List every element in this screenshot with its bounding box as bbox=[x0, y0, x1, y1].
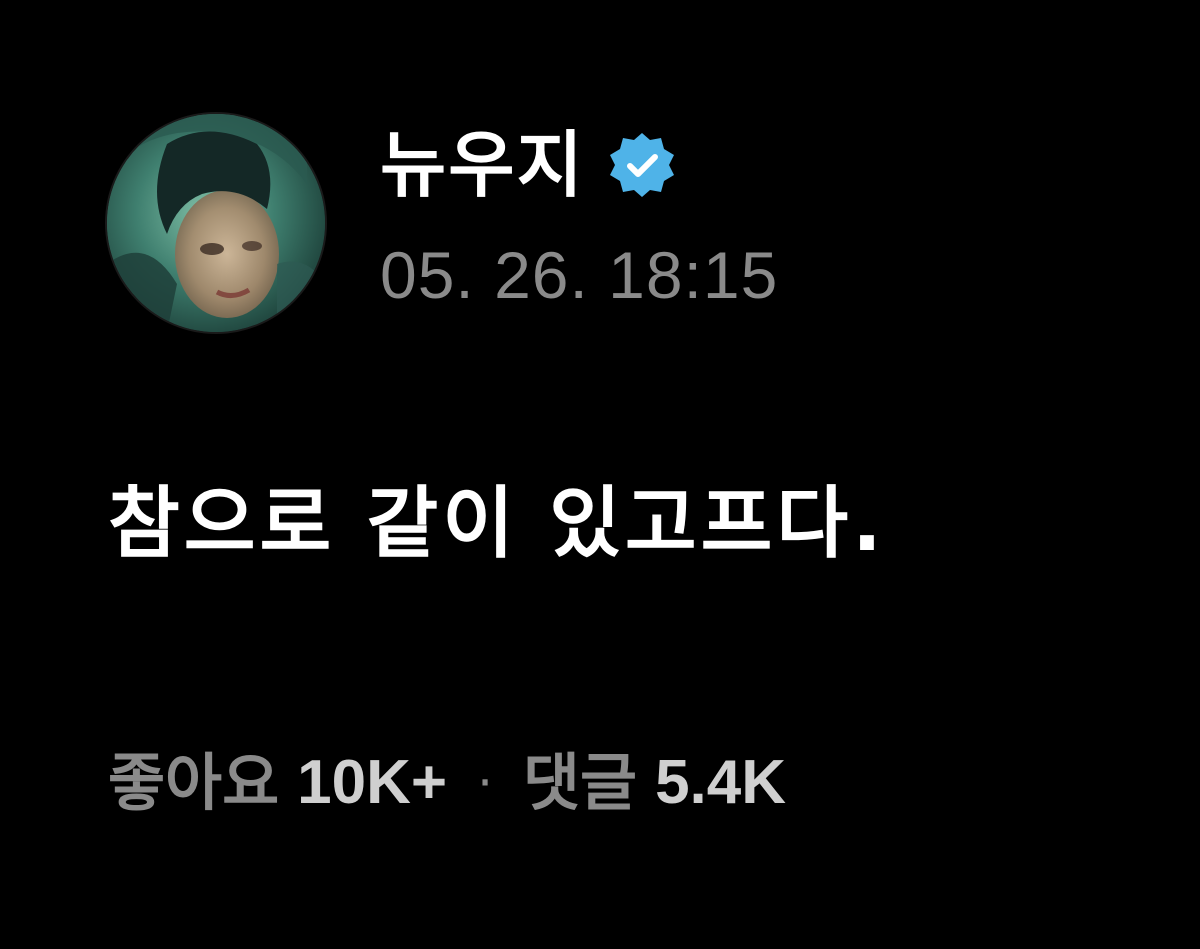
author-name[interactable]: 뉴우지 bbox=[380, 129, 585, 201]
post-body-text: 참으로 같이 있고프다. bbox=[108, 479, 886, 569]
avatar-photo bbox=[107, 114, 325, 332]
likes-count[interactable]: 10K+ bbox=[297, 752, 447, 814]
avatar[interactable] bbox=[107, 114, 325, 332]
post-card: 뉴우지 05. 26. 18:15 참으로 같이 있고프다. 좋아요 10K+ … bbox=[0, 0, 1200, 949]
author-row: 뉴우지 bbox=[380, 110, 778, 220]
post-timestamp: 05. 26. 18:15 bbox=[380, 238, 779, 312]
verified-badge-icon bbox=[607, 130, 677, 200]
likes-label[interactable]: 좋아요 bbox=[108, 752, 279, 814]
comments-count[interactable]: 5.4K bbox=[655, 752, 786, 814]
stats-separator: · bbox=[477, 754, 493, 812]
comments-label[interactable]: 댓글 bbox=[523, 752, 637, 814]
post-stats: 좋아요 10K+ · 댓글 5.4K bbox=[108, 752, 786, 814]
post-header: 뉴우지 05. 26. 18:15 bbox=[380, 110, 778, 308]
